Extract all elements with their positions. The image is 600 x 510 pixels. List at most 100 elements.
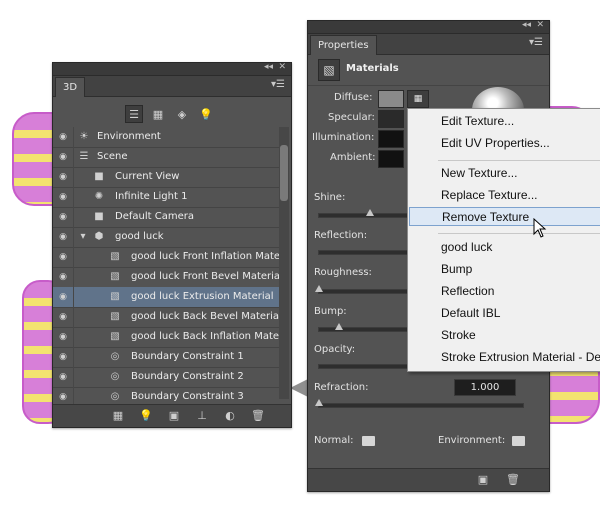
visibility-eye-icon[interactable]: ◉ — [53, 367, 74, 387]
layer-label: good luck — [115, 231, 164, 242]
panel-3d-toolbar: ☰ ▦ ◈ 💡 — [125, 105, 219, 123]
layer-row-material[interactable]: ◉ ▧ good luck Front Bevel Material — [53, 267, 289, 288]
visibility-eye-icon[interactable]: ◉ — [53, 127, 74, 147]
refraction-value-field[interactable]: 1.000 — [454, 379, 516, 396]
shine-slider-knob[interactable] — [366, 209, 374, 216]
menu-separator — [438, 160, 600, 161]
visibility-eye-icon[interactable]: ◉ — [53, 147, 74, 167]
move-to-ground-icon[interactable]: ⊥ — [195, 409, 209, 423]
ambient-swatch[interactable] — [378, 150, 404, 168]
mesh-add-icon[interactable]: ▣ — [167, 409, 181, 423]
illumination-label: Illumination: — [312, 132, 375, 143]
environment-folder-icon[interactable] — [512, 436, 525, 446]
roughness-slider-knob[interactable] — [315, 285, 323, 292]
panel-3d-bottom-bar: ▦ 💡 ▣ ⊥ ◐ 🗑 — [53, 404, 291, 427]
constraint-icon: ◎ — [110, 391, 120, 402]
panel-3d-close-icon[interactable]: ✕ — [278, 62, 286, 72]
camera-icon: ■ — [94, 211, 104, 222]
diffuse-texture-button[interactable]: ▦ — [407, 90, 429, 108]
layer-row-default-camera[interactable]: ◉ ■ Default Camera — [53, 207, 289, 228]
render-icon[interactable]: ▣ — [476, 473, 490, 487]
visibility-eye-icon[interactable]: ◉ — [53, 347, 74, 367]
specular-label: Specular: — [328, 112, 375, 123]
properties-titlebar: ◂◂ ✕ — [308, 20, 549, 34]
properties-collapse-icon[interactable]: ◂◂ — [522, 20, 531, 30]
light-filter-icon[interactable]: 💡 — [197, 105, 215, 123]
menu-item-good-luck[interactable]: good luck — [409, 238, 600, 257]
menu-item-stroke[interactable]: Stroke — [409, 326, 600, 345]
scrollbar-thumb[interactable] — [280, 145, 288, 201]
new-light-icon[interactable]: ◐ — [223, 409, 237, 423]
constraint-icon: ◎ — [110, 351, 120, 362]
shine-label: Shine: — [314, 192, 346, 203]
visibility-eye-icon[interactable]: ◉ — [53, 307, 74, 327]
camera-icon: ■ — [94, 171, 104, 182]
diffuse-swatch[interactable] — [378, 90, 404, 108]
material-icon: ▧ — [110, 331, 120, 342]
panel-3d-collapse-icon[interactable]: ◂◂ — [264, 62, 273, 72]
menu-item-replace-texture[interactable]: Replace Texture... — [409, 186, 600, 205]
visibility-eye-icon[interactable]: ◉ — [53, 187, 74, 207]
normal-folder-icon[interactable] — [362, 436, 375, 446]
visibility-eye-icon[interactable]: ◉ — [53, 327, 74, 347]
header-divider — [308, 85, 549, 86]
layer-row-current-view[interactable]: ◉ ■ Current View — [53, 167, 289, 188]
menu-item-stroke-extrusion-material[interactable]: Stroke Extrusion Material - Def — [409, 348, 600, 367]
material-filter-icon[interactable]: ◈ — [173, 105, 191, 123]
menu-item-edit-texture[interactable]: Edit Texture... — [409, 112, 600, 131]
material-icon: ▧ — [110, 291, 120, 302]
environment-label: Environment: — [438, 435, 506, 446]
bump-slider-knob[interactable] — [335, 323, 343, 330]
reflection-label: Reflection: — [314, 230, 368, 241]
scene-filter-icon[interactable]: ☰ — [125, 105, 143, 123]
layer-row-material[interactable]: ◉ ▧ good luck Back Inflation Mate... — [53, 327, 289, 348]
properties-menu-icon[interactable]: ▾☰ — [529, 37, 543, 48]
layer-row-material[interactable]: ◉ ▧ good luck Back Bevel Material — [53, 307, 289, 328]
refraction-slider[interactable] — [318, 403, 524, 408]
mesh-filter-icon[interactable]: ▦ — [149, 105, 167, 123]
panel-3d-tabrow: 3D ▾☰ — [53, 76, 291, 97]
layer-row-material-selected[interactable]: ◉ ▧ good luck Extrusion Material — [53, 287, 289, 308]
layer-label: Scene — [97, 151, 128, 162]
mesh-icon: ⬢ — [94, 231, 104, 242]
refraction-slider-knob[interactable] — [315, 399, 323, 406]
illumination-swatch[interactable] — [378, 130, 404, 148]
expand-chevron-icon[interactable]: ▾ — [77, 231, 89, 243]
menu-item-edit-uv-properties[interactable]: Edit UV Properties... — [409, 134, 600, 153]
layer-label: good luck Back Inflation Mate... — [131, 331, 285, 342]
tab-properties[interactable]: Properties — [310, 35, 377, 55]
light-add-icon[interactable]: 💡 — [139, 409, 153, 423]
visibility-eye-icon[interactable]: ◉ — [53, 247, 74, 267]
opacity-label: Opacity: — [314, 344, 356, 355]
specular-swatch[interactable] — [378, 110, 404, 128]
scene-icon: ☰ — [79, 151, 89, 162]
properties-tabrow: Properties ▾☰ — [308, 34, 549, 55]
layer-row-constraint[interactable]: ◉ ◎ Boundary Constraint 1 — [53, 347, 289, 368]
trash-icon[interactable]: 🗑 — [251, 409, 265, 423]
menu-item-default-ibl[interactable]: Default IBL — [409, 304, 600, 323]
visibility-eye-icon[interactable]: ◉ — [53, 207, 74, 227]
refraction-label: Refraction: — [314, 382, 369, 393]
visibility-eye-icon[interactable]: ◉ — [53, 227, 74, 247]
environment-icon: ☀ — [79, 131, 89, 142]
diffuse-label: Diffuse: — [334, 92, 373, 103]
visibility-eye-icon[interactable]: ◉ — [53, 267, 74, 287]
menu-item-reflection[interactable]: Reflection — [409, 282, 600, 301]
menu-item-bump[interactable]: Bump — [409, 260, 600, 279]
properties-close-icon[interactable]: ✕ — [536, 20, 544, 30]
layer-row-mesh[interactable]: ◉ ▾ ⬢ good luck — [53, 227, 289, 248]
layer-row-environment[interactable]: ◉ ☀ Environment — [53, 127, 289, 148]
layer-row-infinite-light[interactable]: ◉ ✺ Infinite Light 1 — [53, 187, 289, 208]
layers-scrollbar[interactable] — [279, 127, 289, 399]
trash-icon[interactable]: 🗑 — [506, 473, 520, 487]
menu-item-new-texture[interactable]: New Texture... — [409, 164, 600, 183]
render-icon[interactable]: ▦ — [111, 409, 125, 423]
layer-row-scene[interactable]: ◉ ☰ Scene — [53, 147, 289, 168]
visibility-eye-icon[interactable]: ◉ — [53, 287, 74, 307]
panel-3d-menu-icon[interactable]: ▾☰ — [271, 79, 285, 90]
visibility-eye-icon[interactable]: ◉ — [53, 167, 74, 187]
tab-3d[interactable]: 3D — [55, 77, 86, 97]
layer-row-constraint[interactable]: ◉ ◎ Boundary Constraint 2 — [53, 367, 289, 388]
menu-item-remove-texture[interactable]: Remove Texture — [409, 207, 600, 226]
layer-row-material[interactable]: ◉ ▧ good luck Front Inflation Mate... — [53, 247, 289, 268]
